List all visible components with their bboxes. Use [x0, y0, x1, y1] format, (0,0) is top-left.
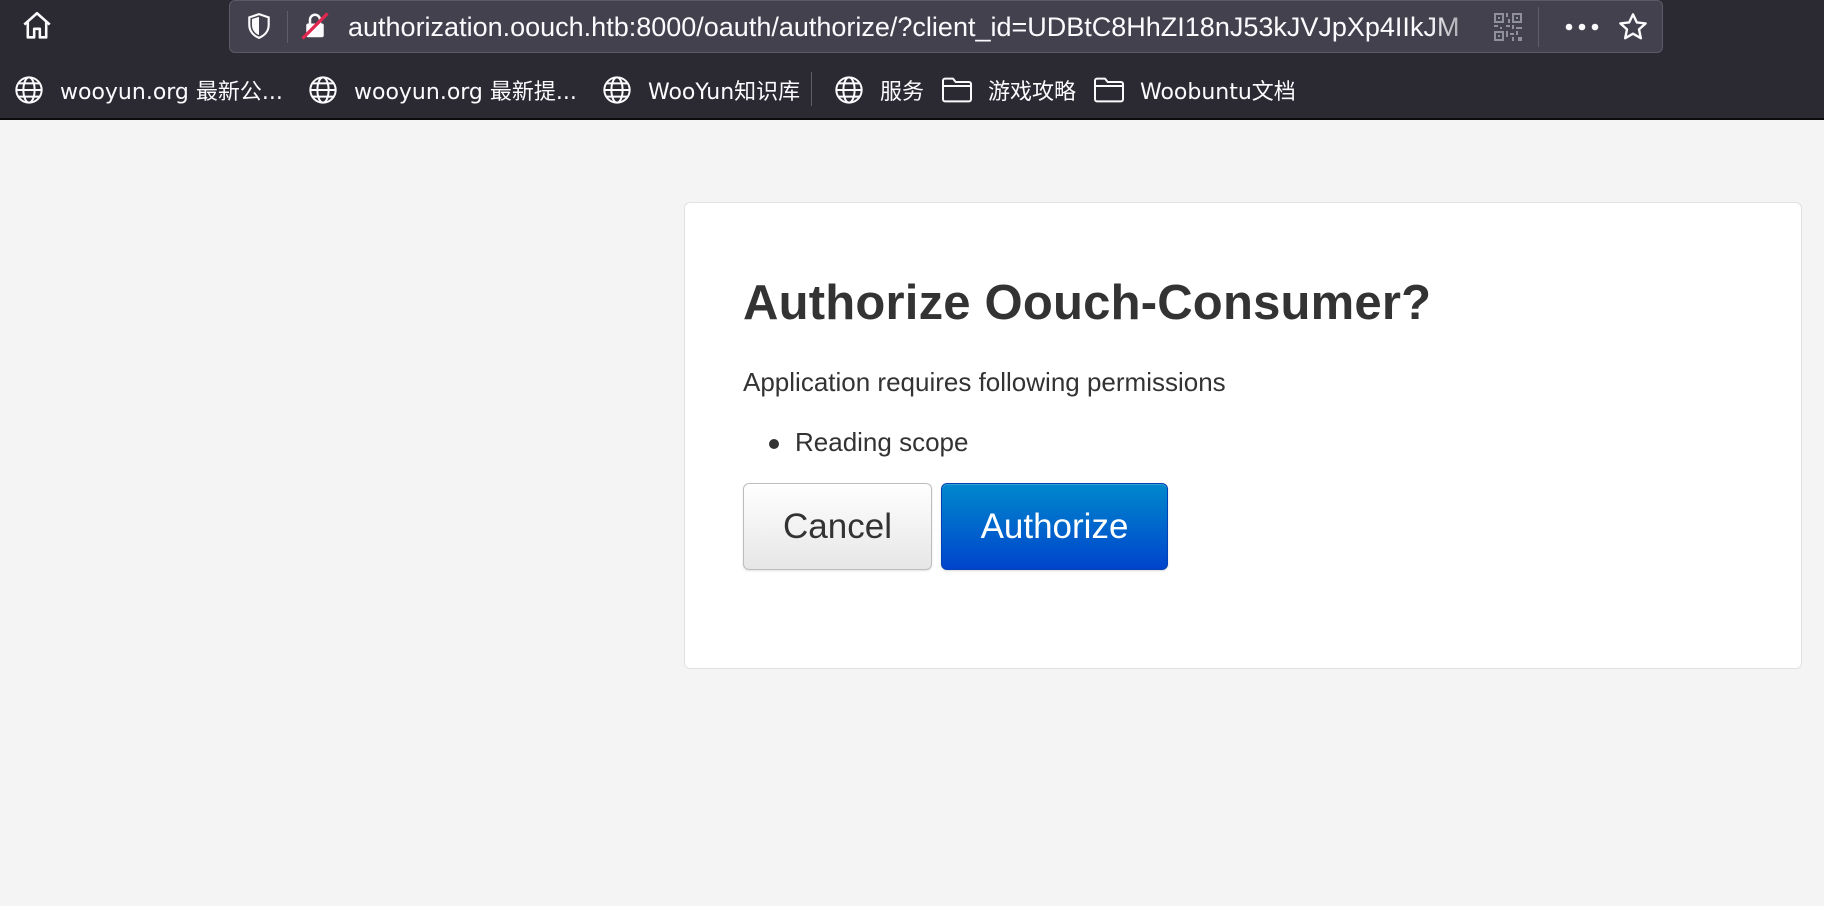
globe-icon: [832, 73, 866, 107]
star-icon: [1619, 13, 1647, 40]
permission-item: Reading scope: [769, 427, 968, 458]
insecure-lock-icon: [301, 12, 329, 40]
page-actions-button[interactable]: [1560, 11, 1604, 43]
bookmark-label: wooyun.org 最新公...: [60, 80, 283, 105]
browser-toolbar: authorization.oouch.htb:8000/oauth/autho…: [0, 0, 1824, 58]
permissions-list: Reading scope: [769, 427, 968, 458]
bookmark-label: WooYun知识库: [648, 80, 801, 105]
cancel-button[interactable]: Cancel: [743, 483, 932, 570]
page-title: Authorize Oouch-Consumer?: [743, 276, 1432, 330]
shield-icon: [248, 13, 270, 40]
globe-icon: [600, 73, 634, 107]
url-bar-separator: [287, 11, 288, 43]
bookmarks-toolbar: wooyun.org 最新公... wooyun.org 最新提... WooY…: [0, 58, 1824, 120]
qr-code-button[interactable]: [1492, 11, 1524, 43]
connection-info-button[interactable]: [298, 10, 332, 42]
bookmark-label: 游戏攻略: [988, 80, 1077, 105]
folder-icon: [940, 73, 974, 107]
qr-code-icon: [1494, 13, 1522, 41]
folder-icon: [1092, 73, 1126, 107]
permissions-description: Application requires following permissio…: [743, 367, 1226, 397]
bookmark-star-button[interactable]: [1615, 9, 1651, 45]
url-bar[interactable]: authorization.oouch.htb:8000/oauth/autho…: [229, 0, 1663, 53]
bookmark-item[interactable]: wooyun.org 最新公...: [12, 72, 283, 108]
bookmark-item[interactable]: 服务: [832, 72, 924, 108]
authorize-button[interactable]: Authorize: [941, 483, 1168, 570]
globe-icon: [12, 73, 46, 107]
bookmark-item[interactable]: WooYun知识库: [600, 72, 800, 108]
bookmark-folder[interactable]: 游戏攻略: [940, 72, 1076, 108]
bookmark-label: 服务: [880, 80, 925, 105]
more-icon: [1565, 23, 1599, 31]
home-button[interactable]: [14, 6, 60, 46]
globe-icon: [306, 73, 340, 107]
bookmark-label: wooyun.org 最新提...: [354, 80, 577, 105]
bookmark-separator: [811, 72, 812, 106]
bookmark-item[interactable]: wooyun.org 最新提...: [306, 72, 577, 108]
authorization-card: Authorize Oouch-Consumer? Application re…: [684, 202, 1802, 669]
tracking-protection-button[interactable]: [244, 11, 274, 41]
bookmark-label: Woobuntu文档: [1140, 80, 1296, 105]
url-text[interactable]: authorization.oouch.htb:8000/oauth/autho…: [348, 11, 1504, 43]
bookmark-folder[interactable]: Woobuntu文档: [1092, 72, 1296, 108]
url-bar-separator: [1538, 7, 1539, 47]
home-icon: [23, 11, 51, 39]
